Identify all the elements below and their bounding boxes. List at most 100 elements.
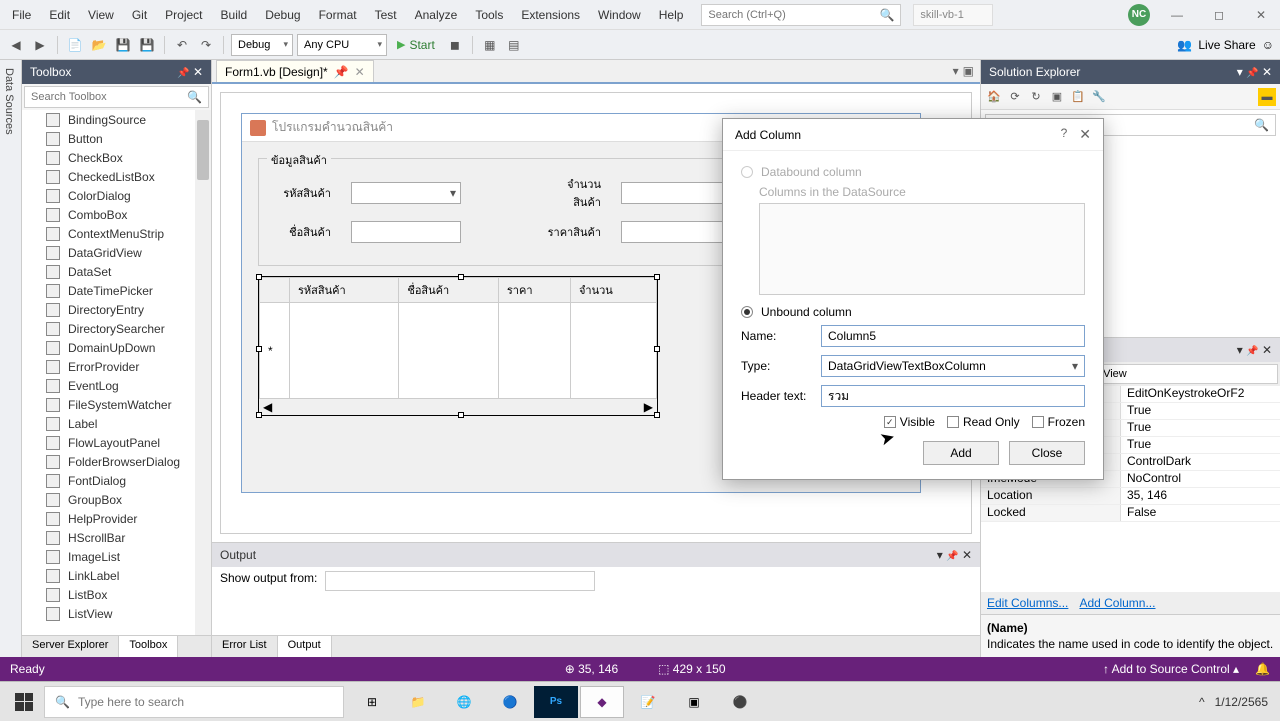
feedback-icon[interactable]: ☺	[1262, 38, 1274, 52]
header-text-input[interactable]	[821, 385, 1085, 407]
toolbox-item[interactable]: DataSet	[22, 262, 211, 281]
undo-icon[interactable]: ↶	[172, 35, 192, 55]
menu-edit[interactable]: Edit	[41, 4, 78, 26]
stop-icon[interactable]: ◼	[445, 35, 465, 55]
pin-icon[interactable]: 📌	[1246, 68, 1258, 79]
open-icon[interactable]: 📂	[89, 35, 109, 55]
form-designer-tab[interactable]: Form1.vb [Design]* 📌 ✕	[216, 60, 374, 82]
menu-help[interactable]: Help	[651, 4, 692, 26]
close-panel-icon[interactable]: ✕	[193, 65, 203, 79]
toolbox-item[interactable]: ListBox	[22, 585, 211, 604]
toolbox-item[interactable]: ColorDialog	[22, 186, 211, 205]
close-icon[interactable]: ✕	[1262, 343, 1272, 357]
unbound-radio[interactable]: Unbound column	[741, 305, 1085, 319]
global-search[interactable]: 🔍	[701, 4, 901, 26]
toolbox-search[interactable]: 🔍	[24, 86, 209, 108]
add-button[interactable]: Add	[923, 441, 999, 465]
tray-chevron-icon[interactable]: ^	[1199, 695, 1205, 709]
menu-build[interactable]: Build	[213, 4, 256, 26]
platform-combo[interactable]: Any CPU	[297, 34, 387, 56]
menu-test[interactable]: Test	[367, 4, 405, 26]
toolbox-item[interactable]: Button	[22, 129, 211, 148]
menu-project[interactable]: Project	[157, 4, 210, 26]
product-name-input[interactable]	[351, 221, 461, 243]
toolbox-list[interactable]: BindingSourceButtonCheckBoxCheckedListBo…	[22, 110, 211, 635]
close-icon[interactable]: ✕	[1262, 65, 1272, 79]
menu-debug[interactable]: Debug	[257, 4, 308, 26]
start-button[interactable]	[4, 686, 44, 718]
explorer-icon[interactable]: 📁	[396, 686, 440, 718]
search-input[interactable]	[708, 9, 868, 21]
menu-format[interactable]: Format	[311, 4, 365, 26]
toolbox-item[interactable]: EventLog	[22, 376, 211, 395]
config-combo[interactable]: Debug	[231, 34, 293, 56]
tab-close-icon[interactable]: ✕	[355, 65, 365, 79]
column-name-input[interactable]	[821, 325, 1085, 347]
edit-columns-link[interactable]: Edit Columns...	[987, 596, 1068, 610]
start-button[interactable]: Start	[391, 38, 441, 52]
toolbox-item[interactable]: ContextMenuStrip	[22, 224, 211, 243]
obs-icon[interactable]: ⚫	[718, 686, 762, 718]
taskview-icon[interactable]: ⊞	[350, 686, 394, 718]
frozen-checkbox[interactable]: Frozen	[1032, 415, 1085, 429]
dropdown-icon[interactable]: ▾	[953, 64, 959, 78]
toolbox-item[interactable]: DateTimePicker	[22, 281, 211, 300]
pin-icon[interactable]: 📌	[946, 551, 958, 562]
toolbox-item[interactable]: ComboBox	[22, 205, 211, 224]
pin-icon[interactable]: 📌	[1246, 346, 1258, 357]
preview-icon[interactable]: ▬	[1258, 88, 1276, 106]
column-type-select[interactable]: DataGridViewTextBoxColumn	[821, 355, 1085, 377]
notepad-icon[interactable]: 📝	[626, 686, 670, 718]
output-tab[interactable]: Output	[278, 636, 332, 657]
pin-icon[interactable]: 📌	[177, 68, 189, 79]
scrollbar[interactable]	[195, 110, 211, 635]
price-input[interactable]	[621, 221, 731, 243]
back-icon[interactable]: ◀	[6, 35, 26, 55]
dropdown-icon[interactable]: ▾	[1237, 65, 1243, 79]
home-icon[interactable]: 🏠	[985, 88, 1003, 106]
toolbox-item[interactable]: ErrorProvider	[22, 357, 211, 376]
toolbox-item[interactable]: HelpProvider	[22, 509, 211, 528]
toolbox-item[interactable]: ImageList	[22, 547, 211, 566]
app-icon[interactable]: ▣	[672, 686, 716, 718]
product-code-combo[interactable]	[351, 182, 461, 204]
user-badge[interactable]: NC	[1128, 4, 1150, 26]
menu-window[interactable]: Window	[590, 4, 649, 26]
toolbox-item[interactable]: ListView	[22, 604, 211, 623]
maximize-button[interactable]: ◻	[1204, 4, 1234, 26]
collapse-icon[interactable]: ▣	[1048, 88, 1066, 106]
menu-file[interactable]: File	[4, 4, 39, 26]
error-list-tab[interactable]: Error List	[212, 636, 278, 657]
toolbox-item[interactable]: CheckedListBox	[22, 167, 211, 186]
save-all-icon[interactable]: 💾	[137, 35, 157, 55]
dropdown-icon[interactable]: ▾	[1237, 343, 1243, 357]
liveshare-icon[interactable]: 👥	[1177, 38, 1192, 52]
window-icon[interactable]: ▣	[963, 64, 974, 78]
close-icon[interactable]: ✕	[962, 548, 972, 562]
refresh-icon[interactable]: ⟳	[1006, 88, 1024, 106]
datagridview[interactable]: รหัสสินค้า ชื่อสินค้า ราคา จำนวน * ◀▶	[258, 276, 658, 416]
toolbox-item[interactable]: FlowLayoutPanel	[22, 433, 211, 452]
notification-icon[interactable]: 🔔	[1255, 662, 1270, 676]
taskbar-search[interactable]: 🔍 Type here to search	[44, 686, 344, 718]
toolbox-item[interactable]: DomainUpDown	[22, 338, 211, 357]
toolbox-tab[interactable]: Toolbox	[119, 636, 178, 657]
edge-icon[interactable]: 🌐	[442, 686, 486, 718]
add-column-link[interactable]: Add Column...	[1079, 596, 1155, 610]
toolbox-item[interactable]: BindingSource	[22, 110, 211, 129]
menu-view[interactable]: View	[80, 4, 122, 26]
sync-icon[interactable]: ↻	[1027, 88, 1045, 106]
toolbox-item[interactable]: GroupBox	[22, 490, 211, 509]
toolbox-item[interactable]: FolderBrowserDialog	[22, 452, 211, 471]
toolbox-item[interactable]: CheckBox	[22, 148, 211, 167]
close-button[interactable]: ✕	[1246, 4, 1276, 26]
output-source-combo[interactable]	[325, 571, 595, 591]
data-sources-tab[interactable]: Data Sources	[0, 60, 22, 657]
show-all-icon[interactable]: 📋	[1069, 88, 1087, 106]
toolbox-item[interactable]: DirectorySearcher	[22, 319, 211, 338]
toolbox-item[interactable]: HScrollBar	[22, 528, 211, 547]
quantity-input[interactable]	[621, 182, 731, 204]
properties-icon[interactable]: 🔧	[1090, 88, 1108, 106]
menu-tools[interactable]: Tools	[467, 4, 511, 26]
scroll-thumb[interactable]	[197, 120, 209, 180]
